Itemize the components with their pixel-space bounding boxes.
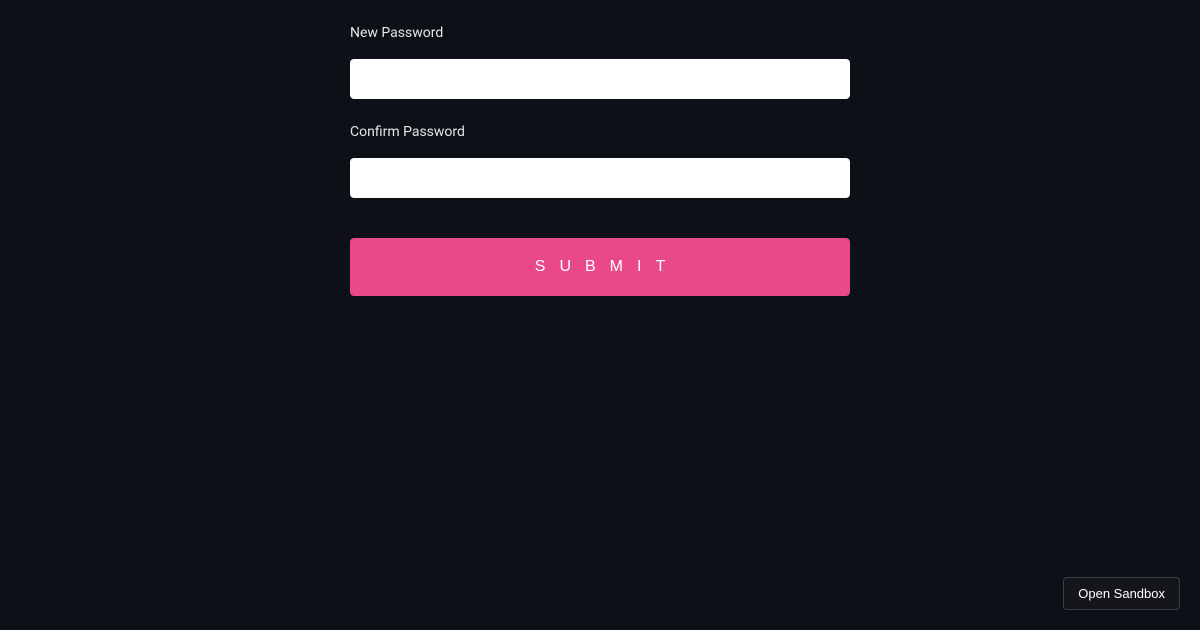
new-password-label: New Password: [350, 25, 850, 41]
new-password-group: New Password: [350, 25, 850, 99]
open-sandbox-button[interactable]: Open Sandbox: [1063, 577, 1180, 610]
submit-button[interactable]: SUBMIT: [350, 238, 850, 296]
password-form: New Password Confirm Password SUBMIT: [350, 0, 850, 296]
confirm-password-input[interactable]: [350, 158, 850, 198]
confirm-password-label: Confirm Password: [350, 124, 850, 140]
confirm-password-group: Confirm Password: [350, 124, 850, 198]
new-password-input[interactable]: [350, 59, 850, 99]
